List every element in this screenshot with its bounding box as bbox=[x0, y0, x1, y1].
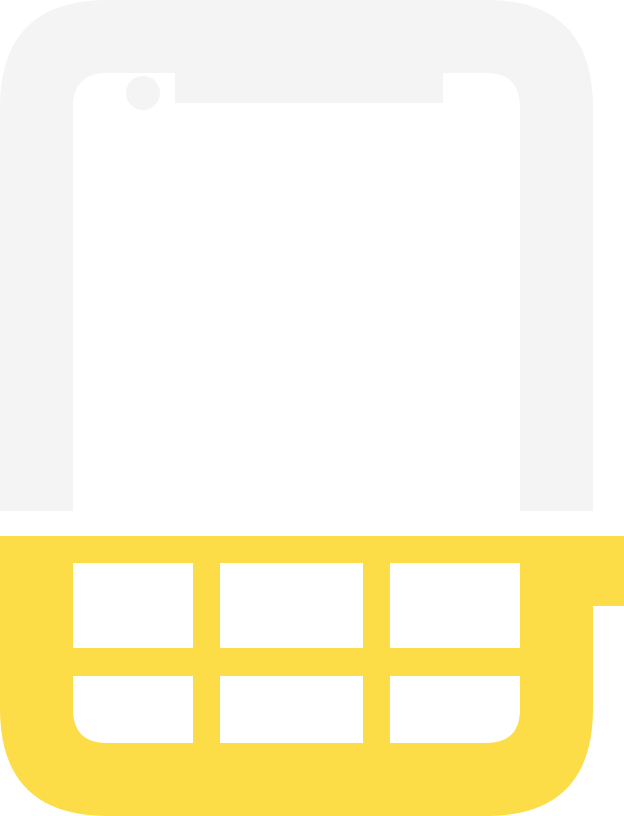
phone-frame-body bbox=[0, 0, 593, 511]
phone-keypad bbox=[0, 536, 624, 816]
keypad-key bbox=[73, 563, 193, 648]
phone-frame bbox=[0, 0, 593, 511]
keypad-key bbox=[220, 676, 363, 743]
keypad-key bbox=[220, 563, 363, 648]
camera-icon bbox=[126, 76, 160, 110]
keypad-key bbox=[73, 676, 193, 743]
phone-keypad-illustration bbox=[0, 0, 624, 816]
keypad-key bbox=[390, 563, 520, 648]
keypad-key bbox=[390, 676, 520, 743]
